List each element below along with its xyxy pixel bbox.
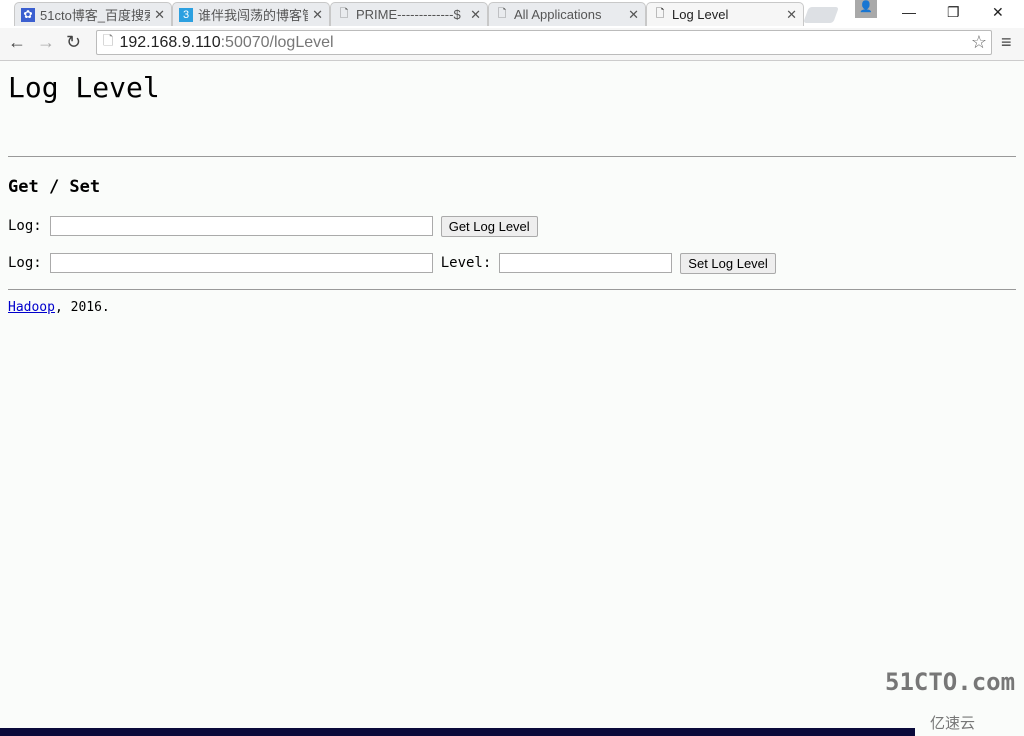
page-icon: 🗋 [497, 8, 507, 20]
page-icon: 🗋 [339, 8, 349, 20]
star-icon[interactable]: ☆ [971, 32, 987, 53]
browser-toolbar: ← → ↻ 🗋 192.168.9.110:50070/logLevel ☆ ≡ [0, 28, 1024, 61]
forward-icon[interactable]: → [37, 32, 55, 53]
level-input[interactable] [499, 253, 673, 273]
hadoop-link[interactable]: Hadoop [8, 300, 55, 315]
page-title: Log Level [8, 71, 160, 104]
minimize-button[interactable]: — [902, 4, 916, 20]
set-log-input[interactable] [49, 253, 433, 273]
page-content: Log Level Get / Set Log: Get Log Level L… [8, 61, 1016, 315]
section-heading: Get / Set [8, 177, 101, 197]
address-bar[interactable]: 🗋 192.168.9.110:50070/logLevel ☆ [96, 30, 992, 55]
log-label: Log: [8, 218, 42, 234]
new-tab-button[interactable] [803, 7, 839, 23]
user-icon[interactable]: 👤 [855, 0, 877, 18]
page-icon: 🗋 [655, 8, 665, 20]
watermark-logo: 51CTO.com [885, 668, 1016, 696]
taskbar-strip [0, 728, 915, 736]
get-log-level-button[interactable]: Get Log Level [440, 215, 538, 237]
restore-button[interactable]: ❐ [947, 4, 960, 21]
get-log-input[interactable] [49, 216, 433, 236]
close-window-button[interactable]: ✕ [992, 4, 1004, 21]
footer: Hadoop, 2016. [8, 300, 110, 315]
close-tab-icon[interactable]: ✕ [786, 7, 797, 23]
title-bar: ✿ 51cto博客_百度搜索 ✕ 3 谁伴我闯荡的博客管 ✕ 🗋 PRIME-------… [0, 0, 1024, 28]
tab-baidu[interactable]: ✿ 51cto博客_百度搜索 ✕ [14, 2, 172, 26]
paw-icon: ✿ [21, 7, 35, 22]
level-label: Level: [440, 255, 492, 271]
tab-all-applications[interactable]: 🗋 All Applications ✕ [488, 2, 646, 26]
back-icon[interactable]: ← [8, 32, 26, 53]
page-icon: 🗋 [103, 32, 114, 48]
close-tab-icon[interactable]: ✕ [312, 7, 323, 23]
tab-prime[interactable]: 🗋 PRIME-------------$ ✕ [330, 2, 488, 26]
menu-icon[interactable]: ≡ [1001, 32, 1012, 53]
log-label: Log: [8, 255, 42, 271]
get-form: Log: Get Log Level [8, 215, 1016, 237]
divider [8, 289, 1016, 290]
close-tab-icon[interactable]: ✕ [154, 7, 165, 23]
tab-log-level[interactable]: 🗋 Log Level ✕ [646, 2, 804, 26]
close-tab-icon[interactable]: ✕ [470, 7, 481, 23]
set-log-level-button[interactable]: Set Log Level [680, 252, 776, 274]
watermark-text: 亿速云 [930, 715, 976, 732]
blog-icon: 3 [179, 7, 193, 22]
tab-blog[interactable]: 3 谁伴我闯荡的博客管 ✕ [172, 2, 330, 26]
divider [8, 156, 1016, 157]
set-form: Log: Level: Set Log Level [8, 252, 1016, 274]
reload-icon[interactable]: ↻ [66, 32, 81, 53]
close-tab-icon[interactable]: ✕ [628, 7, 639, 23]
